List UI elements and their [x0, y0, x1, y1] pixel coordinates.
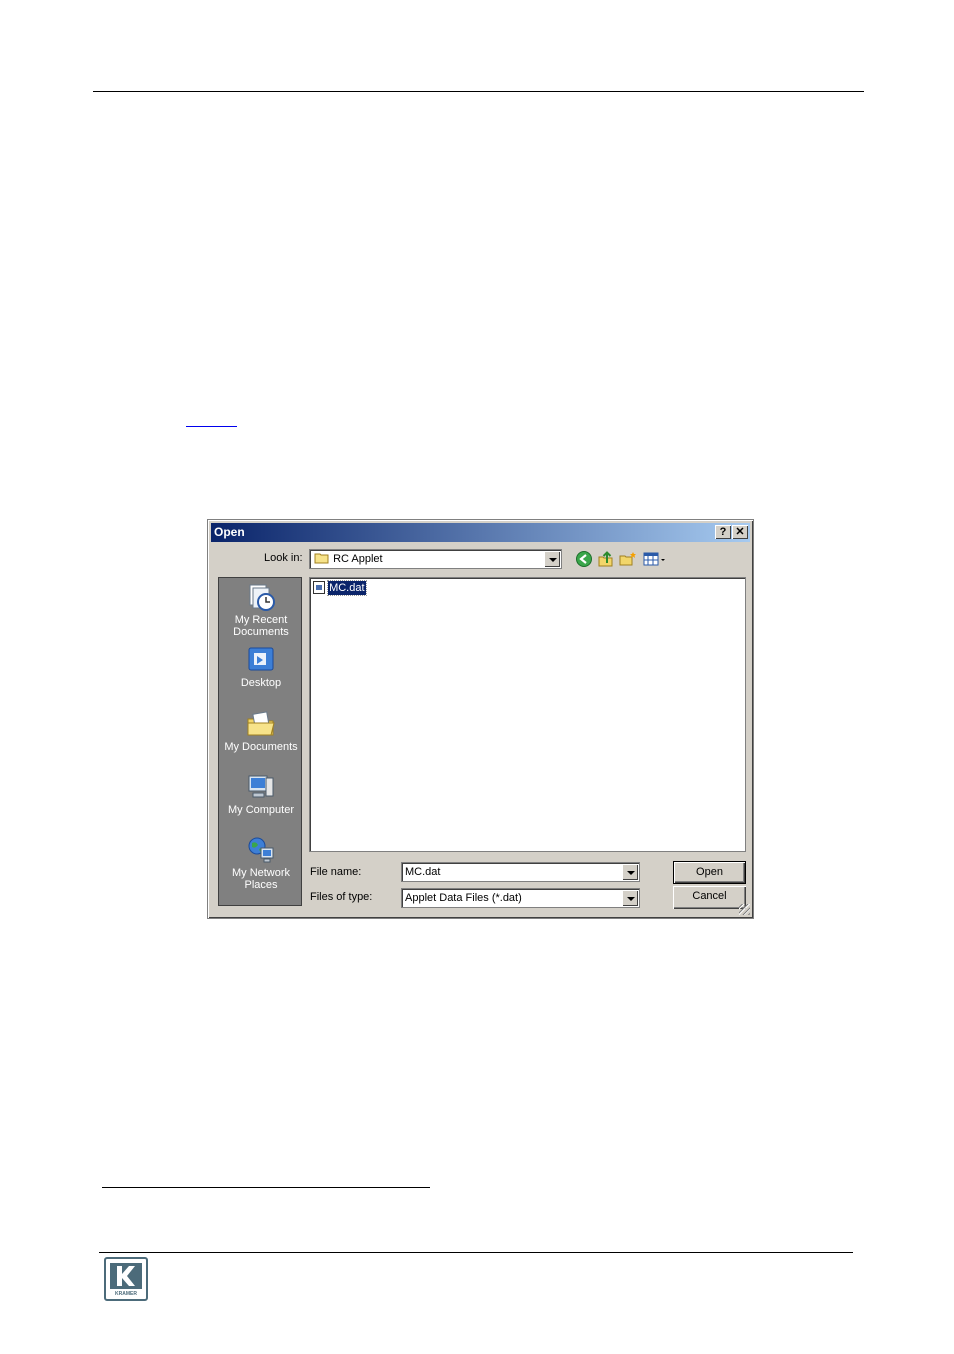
place-my-network-places[interactable]: My Network Places: [219, 835, 303, 891]
place-label: Desktop: [240, 677, 282, 689]
file-name-field[interactable]: MC.dat: [401, 862, 640, 882]
hyperlink-underline[interactable]: [186, 426, 237, 427]
my-documents-icon: [247, 711, 275, 736]
place-label: My Network Places: [231, 867, 291, 891]
network-places-icon: [248, 837, 274, 863]
desktop-icon: [248, 647, 274, 671]
look-in-label: Look in:: [264, 552, 303, 564]
recent-documents-icon: [249, 584, 275, 611]
cancel-button[interactable]: Cancel: [673, 886, 746, 909]
dialog-titlebar[interactable]: Open ? ✕: [211, 523, 750, 542]
file-type-select[interactable]: Applet Data Files (*.dat): [401, 888, 640, 908]
file-name-dropdown-button[interactable]: [622, 864, 638, 880]
place-desktop[interactable]: Desktop: [219, 645, 303, 689]
dialog-title: Open: [214, 525, 245, 539]
place-label: My Documents: [224, 741, 298, 753]
close-button[interactable]: ✕: [732, 525, 748, 539]
kramer-logo: KRAMER: [104, 1257, 148, 1301]
place-label: My Computer: [227, 804, 295, 816]
places-bar: My Recent Documents Desktop My Documents: [218, 577, 302, 906]
my-computer-icon: [248, 775, 274, 798]
list-item[interactable]: MC.dat: [313, 580, 367, 596]
file-type-label: Files of type:: [310, 891, 373, 903]
new-folder-icon[interactable]: [619, 550, 637, 568]
back-icon[interactable]: [575, 550, 593, 568]
look-in-combo[interactable]: RC Applet: [309, 549, 562, 569]
file-name-label: File name:: [310, 866, 362, 878]
place-my-computer[interactable]: My Computer: [219, 772, 303, 816]
data-file-icon: [313, 581, 325, 594]
header-rule: [93, 91, 864, 92]
open-dialog: Open ? ✕ Look in: RC Applet My Recent Do…: [207, 519, 754, 919]
place-my-documents[interactable]: My Documents: [219, 709, 303, 753]
logo-k-mark: [117, 1266, 135, 1286]
help-button[interactable]: ?: [715, 525, 731, 539]
footnote-rule: [102, 1187, 430, 1188]
file-type-dropdown-button[interactable]: [622, 890, 638, 906]
folder-icon: [314, 553, 329, 564]
close-icon: ✕: [735, 526, 745, 538]
place-my-recent-documents[interactable]: My Recent Documents: [219, 582, 303, 638]
views-menu-icon[interactable]: [643, 550, 667, 568]
look-in-value: RC Applet: [333, 553, 383, 565]
open-button[interactable]: Open: [673, 861, 746, 884]
resize-grip[interactable]: [739, 904, 750, 915]
file-list[interactable]: MC.dat: [309, 577, 746, 852]
look-in-dropdown-button[interactable]: [544, 551, 560, 567]
file-name-value: MC.dat: [405, 866, 441, 878]
file-item-name: MC.dat: [327, 580, 367, 596]
logo-wordmark: KRAMER: [115, 1291, 137, 1297]
place-label: My Recent Documents: [233, 614, 289, 638]
up-folder-icon[interactable]: [597, 550, 615, 568]
file-type-value: Applet Data Files (*.dat): [405, 892, 522, 904]
footer-rule: [99, 1252, 853, 1253]
